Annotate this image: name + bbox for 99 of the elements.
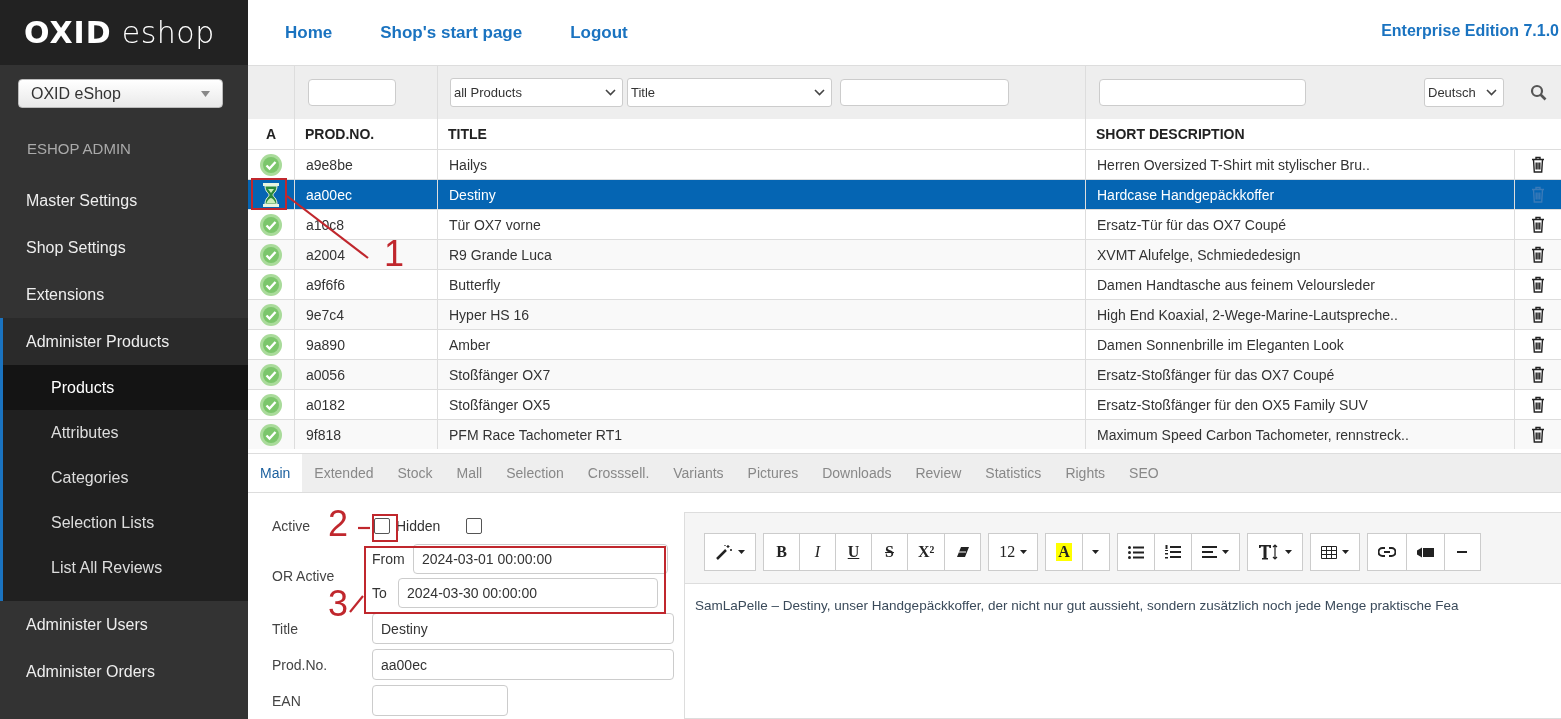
trash-icon[interactable] bbox=[1531, 246, 1545, 263]
table-row[interactable]: a0056 Stoßfänger OX7 Ersatz-Stoßfänger für das OX7 Coupé bbox=[248, 359, 1561, 389]
link-icon bbox=[1377, 547, 1396, 557]
language-select[interactable]: Deutsch bbox=[1424, 78, 1504, 107]
hidden-checkbox[interactable] bbox=[466, 517, 483, 534]
active-checkbox[interactable] bbox=[374, 517, 390, 534]
toolbar-button[interactable] bbox=[1190, 533, 1240, 571]
table-row[interactable]: 9f818 PFM Race Tachometer RT1 Maximum Speed Carbon Tachometer, rennstreck.. bbox=[248, 419, 1561, 449]
text-height-icon bbox=[1257, 544, 1280, 560]
table-row[interactable]: a0182 Stoßfänger OX5 Ersatz-Stoßfänger für den OX5 Family SUV bbox=[248, 389, 1561, 419]
toolbar-button[interactable]: S bbox=[871, 533, 908, 571]
toolbar-button[interactable] bbox=[1116, 533, 1155, 571]
trash-icon[interactable] bbox=[1531, 426, 1545, 443]
table-cell: PFM Race Tachometer RT1 bbox=[438, 420, 1086, 449]
toolbar-button[interactable] bbox=[944, 533, 982, 571]
trash-icon[interactable] bbox=[1531, 156, 1545, 173]
search-icon[interactable] bbox=[1529, 84, 1547, 101]
logo-text: OXID eshop bbox=[24, 15, 215, 50]
field-label: Prod.No. bbox=[272, 656, 328, 673]
field-label: From bbox=[372, 551, 406, 567]
tab[interactable]: Main bbox=[248, 454, 303, 492]
magic-wand-icon bbox=[715, 544, 733, 560]
align-icon bbox=[1201, 546, 1217, 558]
table-row[interactable]: 9e7c4 Hyper HS 16 High End Koaxial, 2-Wege-Marine-Lautspreche.. bbox=[248, 299, 1561, 329]
input-field[interactable]: aa00ec bbox=[372, 649, 674, 680]
sidebar-subitem[interactable]: Selection Lists bbox=[3, 500, 248, 545]
sidebar-heading: ESHOP ADMIN bbox=[26, 140, 132, 159]
filter-field[interactable] bbox=[1099, 79, 1306, 106]
chevron-down-icon bbox=[1486, 89, 1497, 96]
toolbar-button[interactable]: U bbox=[835, 533, 872, 571]
trash-icon[interactable] bbox=[1531, 276, 1545, 293]
toolbar-button[interactable]: X² bbox=[907, 533, 946, 571]
field-filter-select[interactable]: Title bbox=[627, 78, 832, 107]
sidebar-subitem[interactable]: Products bbox=[3, 365, 248, 410]
edition-label: Enterprise Edition 7.1.0 bbox=[1381, 21, 1559, 40]
toolbar-button[interactable] bbox=[1405, 533, 1445, 571]
sidebar-item[interactable]: Shop Settings bbox=[0, 224, 248, 271]
toolbar-button[interactable]: B bbox=[763, 533, 800, 571]
table-cell: 9f818 bbox=[295, 420, 438, 449]
sidebar-item[interactable]: Extensions bbox=[0, 271, 248, 318]
filter-field[interactable] bbox=[308, 79, 396, 106]
caret-icon bbox=[201, 90, 210, 97]
table-icon bbox=[1320, 545, 1337, 559]
sidebar-item[interactable]: Administer Products bbox=[3, 318, 248, 365]
field-label: To bbox=[372, 585, 388, 601]
toolbar-button[interactable] bbox=[1309, 533, 1360, 571]
trash-icon[interactable] bbox=[1531, 336, 1545, 353]
sidebar-subitem[interactable]: Categories bbox=[3, 455, 248, 500]
bullet-list-icon bbox=[1127, 545, 1144, 559]
trash-icon[interactable] bbox=[1531, 396, 1545, 413]
horizontal-rule-icon bbox=[1457, 551, 1468, 553]
date-field[interactable]: 2024-03-30 00:00:00 bbox=[398, 578, 658, 608]
trash-icon[interactable] bbox=[1531, 366, 1545, 383]
nav-link[interactable]: Logout bbox=[570, 22, 628, 43]
chevron-down-icon bbox=[605, 89, 616, 96]
video-icon bbox=[1416, 546, 1434, 558]
eraser-icon bbox=[955, 546, 970, 558]
table-row[interactable]: a9e8be Hailys Herren Oversized T-Shirt mit stylischer Bru.. bbox=[248, 149, 1561, 179]
nav-link[interactable]: Shop's start page bbox=[380, 22, 523, 43]
leader-line bbox=[358, 526, 370, 530]
callout-number: 3 bbox=[328, 586, 349, 622]
toolbar-button[interactable]: 12 bbox=[988, 533, 1039, 571]
toolbar-button[interactable] bbox=[1246, 533, 1303, 571]
field-label: OR Active bbox=[272, 568, 335, 584]
highlight-frame bbox=[372, 514, 398, 542]
callout-number: 1 bbox=[384, 236, 405, 272]
shop-select[interactable]: OXID eShop bbox=[18, 79, 223, 108]
table-row[interactable]: 9a890 Amber Damen Sonnenbrille im Eleganten Look bbox=[248, 329, 1561, 359]
product-filter-select[interactable]: all Products bbox=[450, 78, 623, 107]
input-field[interactable] bbox=[372, 685, 508, 716]
field-label: Active bbox=[272, 517, 311, 534]
sidebar-item[interactable]: Administer Users bbox=[0, 601, 248, 648]
sidebar-item[interactable]: Master Settings bbox=[0, 177, 248, 224]
toolbar-button[interactable]: A bbox=[1045, 533, 1083, 571]
trash-icon[interactable] bbox=[1531, 306, 1545, 323]
callout-number: 2 bbox=[328, 506, 349, 542]
toolbar-button[interactable] bbox=[704, 533, 756, 571]
numbered-list-icon bbox=[1164, 545, 1181, 559]
sidebar-subitem[interactable]: Attributes bbox=[3, 410, 248, 455]
trash-icon[interactable] bbox=[1531, 216, 1545, 233]
highlight-frame bbox=[251, 178, 287, 210]
date-field[interactable]: 2024-03-01 00:00:00 bbox=[413, 544, 668, 574]
field-label: EAN bbox=[272, 692, 301, 709]
chevron-down-icon bbox=[814, 89, 825, 96]
table-cell: Maximum Speed Carbon Tachometer, rennstreck.. bbox=[1086, 420, 1515, 449]
sidebar-subitem[interactable]: List All Reviews bbox=[3, 545, 248, 590]
toolbar-button[interactable] bbox=[1366, 533, 1407, 571]
table-row[interactable]: aa00ec Destiny Hardcase Handgepäckkoffer bbox=[248, 179, 1561, 209]
input-field[interactable]: Destiny bbox=[372, 613, 674, 644]
description-text[interactable]: SamLaPelle – Destiny, unser Handgepäckkoffer, der nicht nur gut aussieht, sondern zusätzlich noch jede Menge praktische Fea bbox=[695, 598, 1561, 613]
toolbar-button[interactable]: I bbox=[799, 533, 836, 571]
sidebar-item[interactable]: Administer Orders bbox=[0, 648, 248, 695]
table-row[interactable]: a9f6f6 Butterfly Damen Handtasche aus feinem Veloursleder bbox=[248, 269, 1561, 299]
leader-line bbox=[349, 595, 364, 613]
column-header[interactable]: SHORT DESCRIPTION bbox=[1086, 119, 1515, 149]
toolbar-button[interactable] bbox=[1153, 533, 1192, 571]
field-label: Title bbox=[272, 620, 298, 637]
nav-link[interactable]: Home bbox=[285, 22, 333, 43]
filter-field[interactable] bbox=[840, 79, 1009, 106]
